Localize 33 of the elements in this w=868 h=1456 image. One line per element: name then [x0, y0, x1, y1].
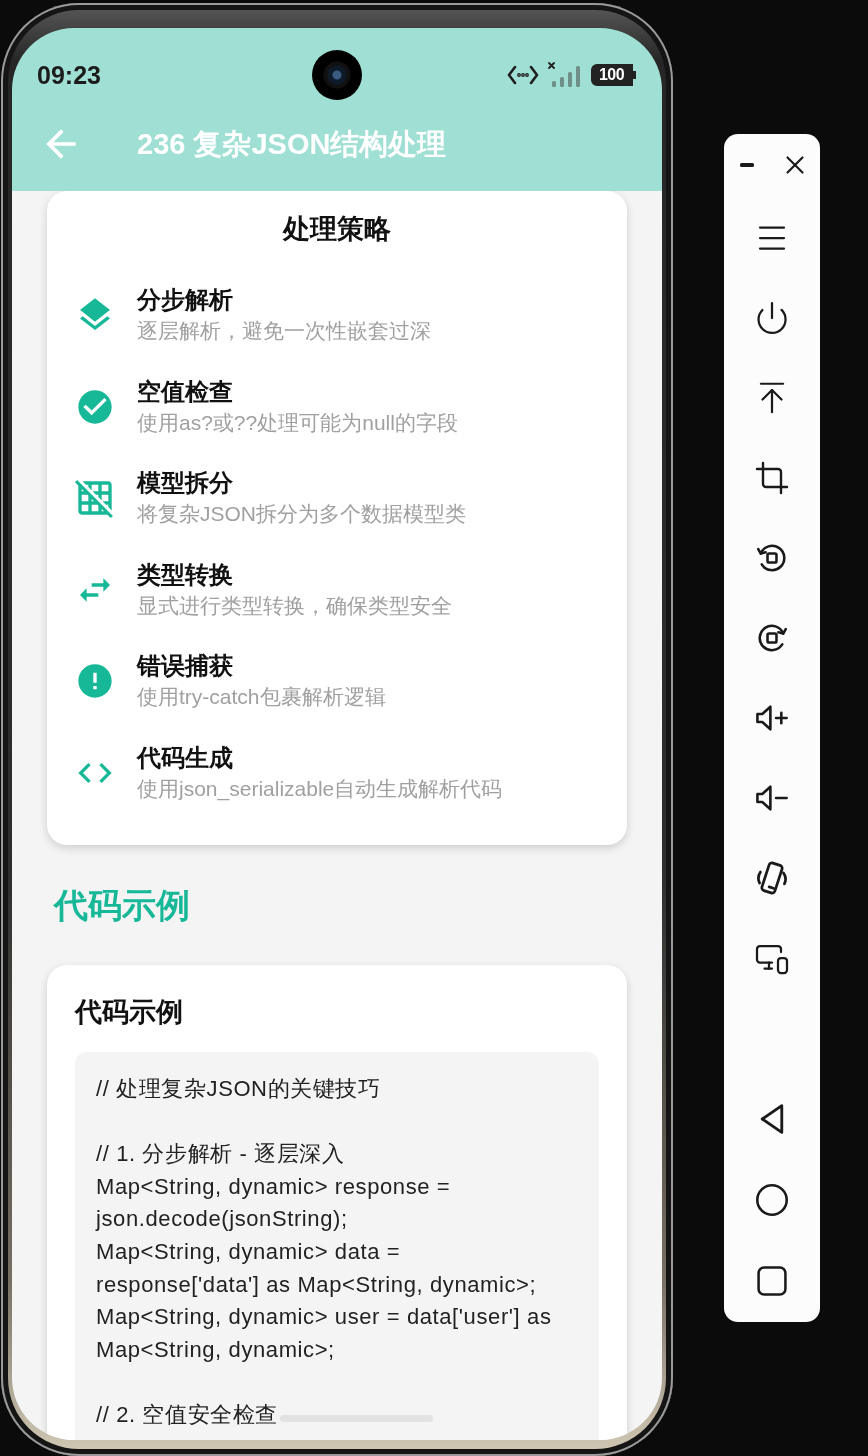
- strategy-description: 显式进行类型转换，确保类型安全: [137, 592, 452, 619]
- rotate-right-icon: [756, 622, 788, 654]
- strategy-description: 使用try-catch包裹解析逻辑: [137, 684, 386, 711]
- strategy-title: 类型转换: [137, 559, 234, 590]
- strategy-description: 使用as?或??处理可能为null的字段: [137, 409, 458, 436]
- strategy-title: 空值检查: [137, 376, 234, 407]
- battery-indicator: 100: [591, 64, 636, 86]
- speaker-plus-icon: [755, 703, 789, 733]
- vibrating-phone-icon: [755, 861, 789, 895]
- strategy-title: 分步解析: [137, 285, 234, 315]
- strategy-description: 将复杂JSON拆分为多个数据模型类: [137, 501, 466, 528]
- strategy-description: 逐层解析，避免一次性嵌套过深: [137, 318, 431, 344]
- minimize-icon: [740, 163, 754, 167]
- page-title: 236 复杂JSON结构处理: [137, 127, 447, 162]
- strategy-title: 模型拆分: [137, 468, 234, 499]
- grid-off-icon: [75, 478, 115, 519]
- section-heading: 代码示例: [54, 884, 191, 926]
- strategy-title: 错误捕获: [137, 651, 234, 682]
- speaker-minus-icon: [755, 783, 789, 813]
- signal-no-service-icon: [547, 61, 583, 89]
- strategy-description: 使用json_serializable自动生成解析代码: [137, 775, 503, 803]
- square-icon: [757, 1266, 787, 1296]
- data-transfer-icon: [507, 65, 539, 85]
- status-time: 09:23: [37, 60, 101, 90]
- card-title: 处理策略: [281, 213, 392, 246]
- camera-hole: [311, 50, 362, 100]
- rotate-left-icon: [756, 542, 788, 574]
- power-icon: [754, 300, 790, 336]
- code-block: // 处理复杂JSON的关键技巧 // 1. 分步解析 - 逐层深入 Map<String, dynamic> response = json.decode(jsonString); Map<String, dynamic> data = response['data'] as Map<String, dynamic>; Map<String, dynamic> user = data['user'] as Map<String, dynamic>; // 2. 空值安全检查: [75, 1051, 599, 1440]
- circle-icon: [756, 1184, 788, 1216]
- strategy-title: 代码生成: [137, 742, 234, 773]
- crop-icon: [754, 460, 790, 496]
- card-title: 代码示例: [75, 995, 184, 1029]
